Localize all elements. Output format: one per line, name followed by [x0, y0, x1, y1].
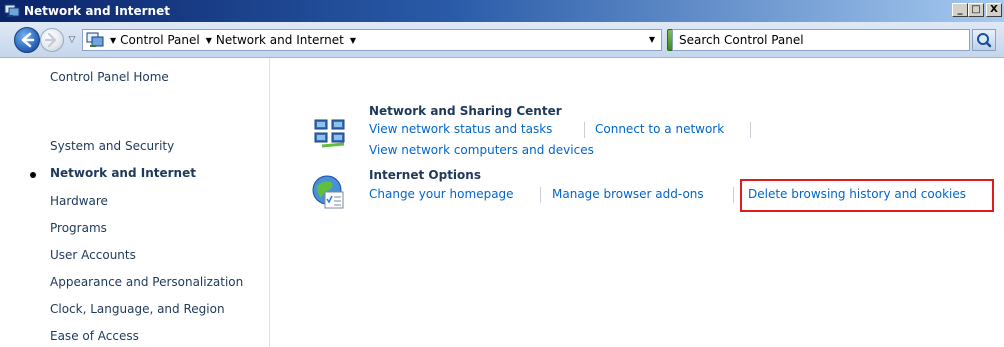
- breadcrumb-chevron-icon[interactable]: ▼: [206, 36, 212, 45]
- section-title-network-sharing-center[interactable]: Network and Sharing Center: [369, 104, 562, 118]
- control-panel-icon: [86, 32, 104, 48]
- search-button[interactable]: [972, 29, 996, 51]
- breadcrumb-control-panel[interactable]: Control Panel: [120, 33, 200, 47]
- breadcrumb-network-and-internet[interactable]: Network and Internet: [216, 33, 344, 47]
- minimize-button[interactable]: _: [952, 3, 968, 17]
- search-icon: [977, 33, 992, 48]
- task-view-network-status[interactable]: View network status and tasks: [369, 122, 552, 136]
- address-dropdown-icon[interactable]: ▼: [649, 35, 655, 44]
- sidebar-item-network-and-internet: Network and Internet: [50, 166, 196, 180]
- section-title-internet-options[interactable]: Internet Options: [369, 168, 481, 182]
- recent-pages-dropdown[interactable]: ▽: [67, 35, 77, 45]
- forward-button[interactable]: [40, 28, 64, 52]
- sidebar: Control Panel Home System and Security N…: [0, 58, 270, 347]
- sidebar-item-ease-of-access[interactable]: Ease of Access: [50, 329, 139, 343]
- back-button[interactable]: [14, 27, 40, 53]
- breadcrumb-chevron-icon[interactable]: ▼: [110, 36, 116, 45]
- sidebar-item-clock-language-region[interactable]: Clock, Language, and Region: [50, 302, 225, 316]
- sidebar-item-hardware[interactable]: Hardware: [50, 194, 108, 208]
- internet-options-icon[interactable]: [311, 174, 344, 209]
- breadcrumb-chevron-icon[interactable]: ▼: [350, 36, 356, 45]
- search-input[interactable]: Search Control Panel: [672, 29, 970, 51]
- title-bar: Network and Internet _ □ X: [0, 0, 1004, 22]
- task-change-homepage[interactable]: Change your homepage: [369, 187, 514, 201]
- network-icon[interactable]: [314, 118, 346, 150]
- sidebar-item-user-accounts[interactable]: User Accounts: [50, 248, 136, 262]
- close-button[interactable]: X: [986, 3, 1002, 17]
- separator: [750, 122, 751, 138]
- navigation-bar: ▽ ▼ Control Panel ▼ Network and Internet…: [0, 22, 1004, 58]
- separator: [733, 187, 734, 203]
- task-manage-addons[interactable]: Manage browser add-ons: [552, 187, 704, 201]
- separator: [584, 122, 585, 138]
- window-title: Network and Internet: [24, 4, 170, 18]
- current-page-bullet-icon: [30, 172, 36, 178]
- sidebar-item-system-and-security[interactable]: System and Security: [50, 139, 174, 153]
- control-panel-icon: [4, 4, 20, 18]
- separator: [540, 187, 541, 203]
- task-view-network-computers[interactable]: View network computers and devices: [369, 143, 594, 157]
- task-connect-to-network[interactable]: Connect to a network: [595, 122, 724, 136]
- sidebar-item-appearance-and-personalization[interactable]: Appearance and Personalization: [50, 275, 243, 289]
- address-bar[interactable]: ▼ Control Panel ▼ Network and Internet ▼…: [82, 29, 662, 51]
- sidebar-item-programs[interactable]: Programs: [50, 221, 107, 235]
- sidebar-item-control-panel-home[interactable]: Control Panel Home: [50, 70, 169, 84]
- highlight-box: [740, 179, 994, 212]
- maximize-button[interactable]: □: [968, 3, 984, 17]
